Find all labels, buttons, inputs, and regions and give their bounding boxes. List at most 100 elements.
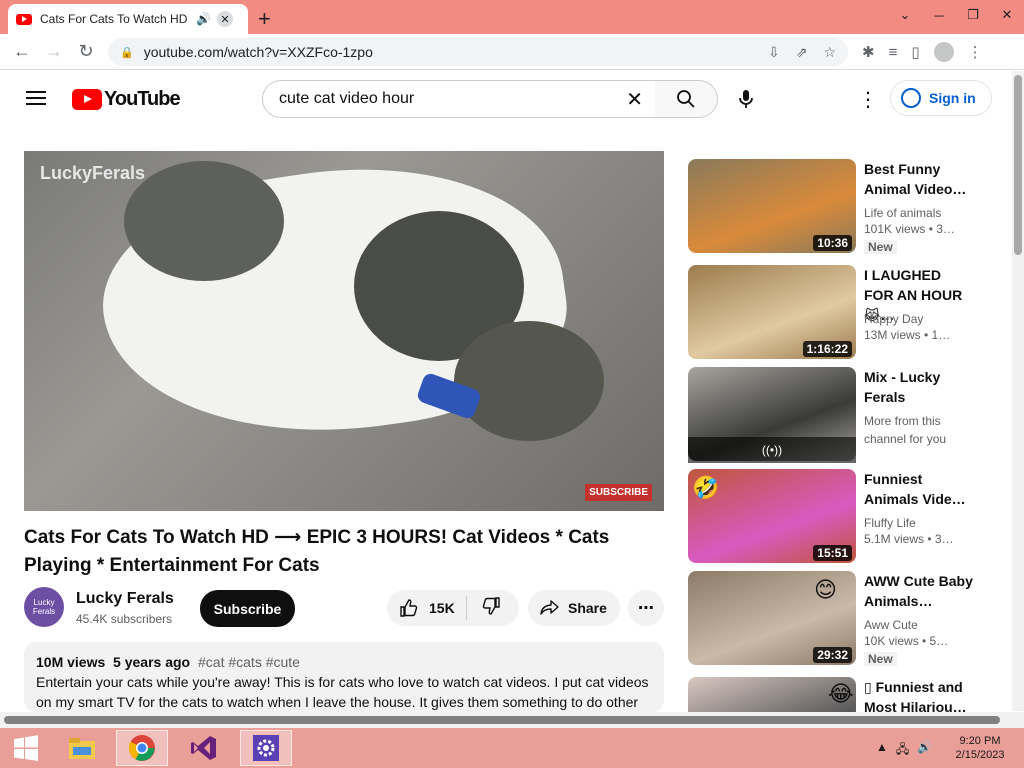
clear-search-icon[interactable]: ✕ (626, 87, 643, 112)
file-explorer-taskbar-icon[interactable] (56, 730, 108, 766)
hamburger-menu-icon[interactable] (26, 91, 46, 105)
recommendation-views: 5.1M views • 3… (864, 532, 954, 546)
search-input[interactable]: cute cat video hour ✕ (262, 80, 656, 118)
close-window-button[interactable]: ✕ (990, 7, 1024, 23)
install-icon[interactable]: ⇩ (768, 44, 780, 61)
video-frame-patch (124, 161, 284, 281)
recommendation-channel[interactable]: Happy Day (864, 310, 974, 328)
tab-title: Cats For Cats To Watch HD ~ (40, 12, 190, 26)
bookmark-star-icon[interactable]: ☆ (823, 44, 836, 61)
emoji-sticker-icon: 😂 (828, 681, 854, 706)
system-tray: ▲ 🖧 🔊 (876, 740, 932, 761)
address-bar[interactable]: 🔒 youtube.com/watch?v=XXZFco-1zpo ⇩ ⇗ ☆ (108, 38, 848, 66)
recommendation-views: 13M views • 1… (864, 328, 951, 342)
recommendation-item[interactable]: 🤣 15:51 Funniest Animals Vide… Fluffy Life 5… (688, 469, 988, 565)
video-player[interactable]: LuckyFerals SUBSCRIBE (24, 151, 664, 511)
thumbs-down-icon (482, 596, 500, 615)
minimize-button[interactable]: ─ (922, 8, 956, 23)
dislike-button[interactable] (467, 596, 501, 621)
browser-tab-strip: Cats For Cats To Watch HD ~ 🔊 ✕ + ⌄ ─ ❐ … (0, 0, 1024, 34)
browser-tab[interactable]: Cats For Cats To Watch HD ~ 🔊 ✕ (8, 4, 248, 34)
new-badge: New (864, 652, 897, 666)
sign-in-button[interactable]: Sign in (890, 80, 992, 116)
thumbs-up-icon (400, 599, 418, 617)
recommendation-channel[interactable]: More from this channel for you (864, 412, 974, 448)
start-button[interactable] (0, 730, 52, 766)
channel-avatar[interactable]: Lucky Ferals (24, 587, 64, 627)
sign-in-label: Sign in (929, 90, 976, 106)
microphone-icon[interactable] (736, 88, 756, 110)
clock-time: 9:20 PM (959, 735, 1001, 747)
search-button[interactable] (655, 80, 718, 118)
upload-age: 5 years ago (113, 654, 191, 670)
visual-studio-taskbar-icon[interactable] (178, 730, 230, 766)
recommendation-item[interactable]: 😊 29:32 AWW Cute Baby Animals… Aww Cute 10K … (688, 571, 988, 667)
tab-search-chevron-icon[interactable]: ⌄ (888, 7, 922, 23)
youtube-logo[interactable]: YouTube (72, 88, 181, 111)
restore-button[interactable]: ❐ (956, 7, 990, 23)
volume-icon[interactable]: 🔊 (917, 740, 932, 761)
forward-button[interactable]: → (38, 41, 70, 62)
chrome-icon (128, 735, 155, 761)
description-box[interactable]: 10M views 5 years ago #cat #cats #cute E… (24, 642, 664, 712)
youtube-logo-text: YouTube (104, 88, 181, 110)
horizontal-scrollbar[interactable] (0, 712, 1024, 728)
mix-broadcast-icon: ((•)) (761, 443, 783, 457)
vertical-scrollbar[interactable] (1012, 71, 1024, 711)
settings-taskbar-icon[interactable] (240, 730, 292, 766)
browser-toolbar: ← → ↻ 🔒 youtube.com/watch?v=XXZFco-1zpo … (0, 34, 1024, 70)
subscribe-watermark-badge[interactable]: SUBSCRIBE (585, 484, 652, 501)
search-query: cute cat video hour (279, 90, 415, 107)
new-tab-button[interactable]: + (258, 6, 271, 32)
recommendation-channel[interactable]: Life of animals (864, 204, 974, 222)
extensions-puzzle-icon[interactable]: ✱ (862, 43, 875, 61)
recommendation-title[interactable]: Funniest Animals Vide… (864, 469, 974, 509)
video-duration: 29:32 (813, 647, 852, 663)
account-icon (901, 88, 921, 108)
folder-icon (69, 738, 95, 759)
vertical-scroll-thumb[interactable] (1014, 75, 1022, 255)
side-panel-icon[interactable]: ▯ (911, 43, 919, 61)
share-button[interactable]: Share (528, 590, 620, 626)
more-actions-button[interactable]: ⋯ (628, 590, 664, 626)
channel-name[interactable]: Lucky Ferals (76, 590, 174, 608)
recommendation-item[interactable]: 10:36 Best Funny Animal Video… Life of ani… (688, 159, 988, 255)
lock-icon[interactable]: 🔒 (120, 46, 134, 59)
emoji-sticker-icon: 🤣 (692, 475, 720, 500)
description-meta: 10M views 5 years ago #cat #cats #cute (36, 654, 652, 670)
recommendation-title[interactable]: Mix - Lucky Ferals (864, 367, 974, 407)
new-badge: New (864, 240, 897, 254)
visual-studio-icon (191, 736, 216, 760)
subscribe-button[interactable]: Subscribe (200, 590, 295, 627)
back-button[interactable]: ← (6, 41, 38, 62)
like-button[interactable]: 15K (387, 596, 467, 620)
speaker-icon[interactable]: 🔊 (196, 12, 211, 26)
show-hidden-icons-icon[interactable]: ▲ (876, 740, 888, 761)
reload-button[interactable]: ↻ (70, 41, 102, 62)
recommendation-channel[interactable]: Fluffy Life (864, 514, 974, 532)
emoji-sticker-icon: 😊 (814, 577, 837, 602)
tab-close-icon[interactable]: ✕ (216, 11, 233, 27)
mix-playlist-bar: ((•)) (688, 437, 856, 463)
video-frame-cat-head (454, 321, 604, 441)
recommendation-item[interactable]: 😂 ▯ Funniest and Most Hilariou… (688, 677, 988, 712)
horizontal-scroll-thumb[interactable] (4, 716, 1000, 724)
recommendation-title[interactable]: Best Funny Animal Video… (864, 159, 974, 199)
gear-icon (253, 735, 279, 761)
taskbar-clock[interactable]: 9:20 PM 2/15/2023 (950, 734, 1010, 762)
browser-menu-icon[interactable]: ⋮ (968, 43, 983, 61)
chrome-taskbar-icon[interactable] (116, 730, 168, 766)
share-page-icon[interactable]: ⇗ (796, 44, 808, 61)
recommendation-views: 101K views • 3… (864, 222, 955, 236)
media-control-icon[interactable]: ≡ (889, 44, 898, 61)
settings-more-icon[interactable]: ⋮ (858, 87, 878, 112)
network-icon[interactable]: 🖧 (896, 740, 909, 761)
recommendation-title[interactable]: ▯ Funniest and Most Hilariou… (864, 677, 974, 712)
recommendation-title[interactable]: AWW Cute Baby Animals… (864, 571, 974, 611)
video-duration: 15:51 (813, 545, 852, 561)
recommendation-channel[interactable]: Aww Cute (864, 616, 974, 634)
recommendation-item[interactable]: ((•)) Mix - Lucky Ferals More from this ch… (688, 367, 988, 463)
hashtags[interactable]: #cat #cats #cute (198, 654, 300, 670)
recommendation-item[interactable]: 1:16:22 I LAUGHED FOR AN HOUR😹… Happy Day 1… (688, 265, 988, 361)
profile-avatar-icon[interactable] (933, 42, 954, 62)
